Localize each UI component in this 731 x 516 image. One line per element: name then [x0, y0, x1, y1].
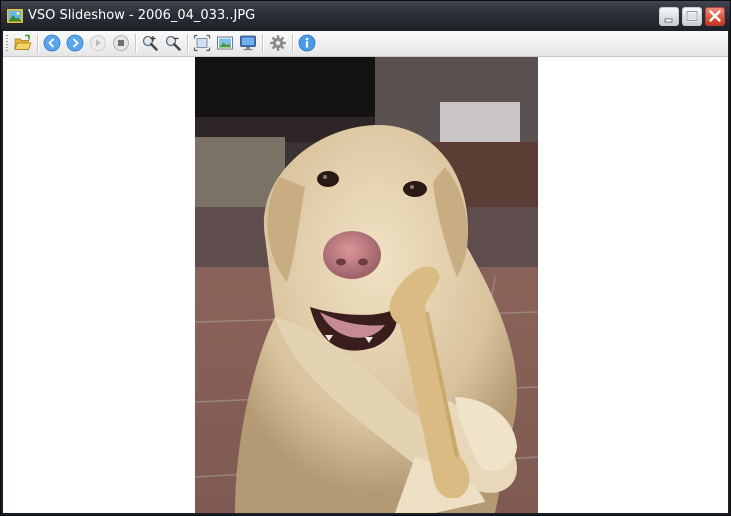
zoom-in-icon[interactable]: [141, 34, 159, 52]
minimize-icon: [664, 18, 673, 23]
app-window: VSO Slideshow - 2006_04_033..JPG: [0, 0, 731, 516]
maximize-button[interactable]: [682, 7, 702, 26]
fit-window-icon[interactable]: [193, 34, 211, 52]
toolbar-separator: [292, 34, 294, 53]
app-icon: [7, 9, 23, 23]
monitor-icon[interactable]: [239, 34, 257, 52]
arrow-right-icon[interactable]: [66, 34, 84, 52]
stop-icon[interactable]: [112, 34, 130, 52]
toolbar-separator: [37, 34, 39, 53]
image-viewport[interactable]: [3, 57, 728, 513]
maximize-icon: [686, 10, 698, 22]
close-icon: [709, 10, 721, 22]
toolbar-separator: [135, 34, 137, 53]
info-icon[interactable]: [298, 34, 316, 52]
play-icon[interactable]: [89, 34, 107, 52]
picture-icon[interactable]: [216, 34, 234, 52]
arrow-left-icon[interactable]: [43, 34, 61, 52]
zoom-out-icon[interactable]: [164, 34, 182, 52]
toolbar-grip[interactable]: [6, 35, 8, 52]
window-title: VSO Slideshow - 2006_04_033..JPG: [28, 8, 256, 23]
photo-dog-with-bone: [195, 57, 538, 513]
title-bar[interactable]: VSO Slideshow - 2006_04_033..JPG: [1, 1, 730, 31]
toolbar: [3, 31, 728, 57]
toolbar-separator: [187, 34, 189, 53]
toolbar-separator: [262, 34, 264, 53]
close-button[interactable]: [705, 7, 725, 26]
folder-open-icon[interactable]: [14, 34, 32, 52]
minimize-button[interactable]: [659, 7, 679, 26]
gear-icon[interactable]: [269, 34, 287, 52]
